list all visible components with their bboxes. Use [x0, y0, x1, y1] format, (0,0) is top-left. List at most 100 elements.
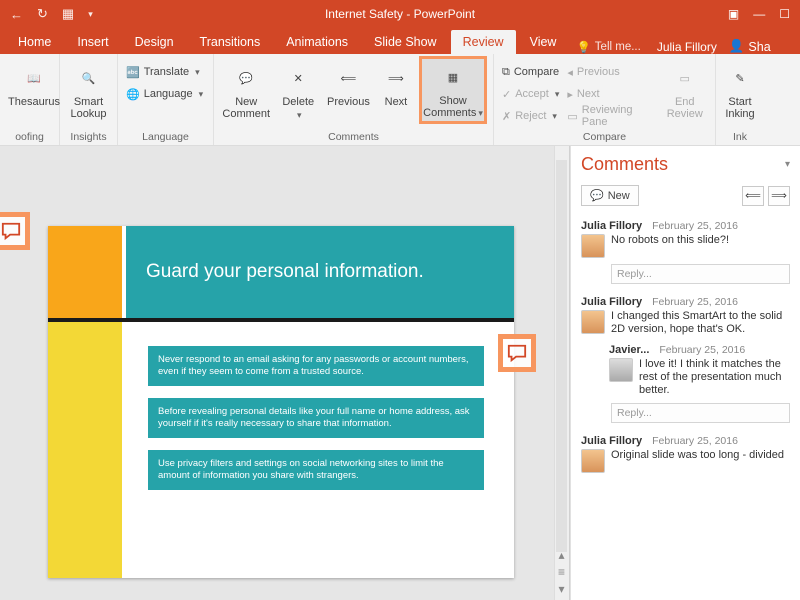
group-label: Comments	[222, 129, 485, 143]
avatar	[581, 449, 605, 473]
smart-lookup-button[interactable]: 🔍 SmartLookup	[68, 58, 109, 120]
delete-comment-button[interactable]: ✕ Delete▾	[278, 58, 318, 121]
group-label: Ink	[724, 129, 756, 143]
show-comments-button[interactable]: ▦ ShowComments▾	[421, 58, 485, 122]
window-controls: ▣ — ☐	[728, 7, 800, 21]
comment-author: Javier...	[609, 344, 649, 356]
tab-review[interactable]: Review	[451, 30, 516, 54]
comment-thread-1[interactable]: Julia FilloryFebruary 25, 2016 No robots…	[581, 220, 790, 284]
scrollbar-track[interactable]	[556, 160, 567, 552]
compare-previous-button[interactable]: ◂Previous	[567, 62, 654, 82]
compare-icon: ⧉	[502, 66, 510, 79]
previous-icon: ⟸	[332, 62, 364, 94]
slide-editing-area[interactable]: Guard your personal information. Never r…	[0, 146, 570, 600]
accept-button[interactable]: ✓Accept▾	[502, 84, 559, 104]
tab-home[interactable]: Home	[6, 30, 63, 54]
compare-next-button[interactable]: ▸Next	[567, 84, 654, 104]
avatar	[581, 310, 605, 334]
new-comment-button[interactable]: 💬 NewComment	[222, 58, 270, 120]
next-icon: ⟹	[380, 62, 412, 94]
prev-icon: ◂	[567, 66, 573, 79]
comment-reply-thread[interactable]: Javier...February 25, 2016 I love it! I …	[609, 344, 790, 397]
group-label: Compare	[502, 129, 707, 143]
comment-thread-2[interactable]: Julia Fillory February 25, 2016 I changed…	[581, 296, 790, 423]
user-name[interactable]: Julia Fillory	[657, 40, 717, 54]
end-review-icon: ▭	[669, 62, 701, 94]
accept-icon: ✓	[502, 88, 511, 101]
group-label: Insights	[68, 129, 109, 143]
comment-thread-3[interactable]: Julia FilloryFebruary 25, 2016 Original …	[581, 435, 790, 473]
qat-more-icon[interactable]: ▾	[88, 9, 93, 20]
reply-input[interactable]: Reply...	[611, 403, 790, 423]
slide-orange-block	[48, 226, 122, 318]
comment-text: I changed this SmartArt to the solid 2D …	[611, 310, 790, 336]
comment-marker-2[interactable]	[500, 336, 534, 370]
group-compare: ⧉Compare ✓Accept▾ ✗Reject▾ ◂Previous ▸Ne…	[494, 54, 716, 145]
slide-content[interactable]: Never respond to an email asking for any…	[148, 346, 484, 490]
slide[interactable]: Guard your personal information. Never r…	[48, 226, 514, 578]
translate-icon: 🔤	[126, 66, 140, 79]
prev-comment-nav-button[interactable]: ⟸	[742, 186, 764, 206]
comments-pane-title: Comments▾	[581, 154, 790, 175]
thesaurus-icon: 📖	[18, 62, 50, 94]
slide-nav-down-icon[interactable]: ▾	[558, 582, 564, 596]
next-comment-button[interactable]: ⟹ Next	[379, 58, 413, 108]
end-review-button[interactable]: ▭ EndReview	[662, 58, 707, 120]
show-comments-icon: ▦	[437, 61, 469, 93]
start-icon[interactable]: ▦	[62, 6, 74, 22]
comment-text: I love it! I think it matches the rest o…	[639, 358, 790, 397]
tab-animations[interactable]: Animations	[274, 30, 360, 54]
pane-icon: ▭	[567, 110, 577, 123]
maximize-icon[interactable]: ☐	[779, 7, 790, 21]
new-comment-pane-button[interactable]: 💬New	[581, 185, 639, 206]
tab-view[interactable]: View	[518, 30, 569, 54]
pane-menu-icon[interactable]: ▾	[785, 159, 790, 170]
group-language: 🔤Translate▾ 🌐Language▾ Language	[118, 54, 214, 145]
next-comment-nav-button[interactable]: ⟹	[768, 186, 790, 206]
share-button[interactable]: 👤Sha	[729, 39, 771, 54]
reject-button[interactable]: ✗Reject▾	[502, 106, 559, 126]
tab-transitions[interactable]: Transitions	[188, 30, 273, 54]
comment-marker-1[interactable]	[0, 214, 28, 248]
comment-date: February 25, 2016	[652, 220, 738, 232]
comment-author: Julia Fillory	[581, 296, 642, 308]
translate-button[interactable]: 🔤Translate▾	[126, 62, 203, 82]
tell-me[interactable]: 💡Tell me...	[576, 40, 640, 54]
vertical-scrollbar[interactable]: ▴ ≡ ▾	[554, 146, 569, 600]
minimize-icon[interactable]: —	[753, 7, 765, 21]
slide-nav-up-icon[interactable]: ▴	[558, 548, 564, 562]
bulb-icon: 💡	[576, 40, 590, 54]
slide-yellow-block	[48, 322, 122, 578]
comment-bubble-icon	[0, 221, 22, 241]
comment-date: February 25, 2016	[652, 435, 738, 447]
back-icon[interactable]: ←	[10, 7, 23, 22]
reject-icon: ✗	[502, 110, 511, 123]
thesaurus-button[interactable]: 📖 Thesaurus	[8, 58, 60, 108]
tab-slideshow[interactable]: Slide Show	[362, 30, 449, 54]
group-ink: ✎ StartInking Ink	[716, 54, 764, 145]
next2-icon: ▸	[567, 88, 573, 101]
delete-comment-icon: ✕	[282, 62, 314, 94]
avatar	[581, 234, 605, 258]
new-comment-icon: 💬	[230, 62, 262, 94]
tab-insert[interactable]: Insert	[65, 30, 120, 54]
window-title: Internet Safety - PowerPoint	[325, 7, 475, 21]
previous-comment-button[interactable]: ⟸ Previous	[326, 58, 371, 108]
language-button[interactable]: 🌐Language▾	[126, 84, 203, 104]
ribbon-options-icon[interactable]: ▣	[728, 7, 739, 21]
slide-title-block[interactable]: Guard your personal information.	[126, 226, 514, 318]
title-bar: ← ↻ ▦ ▾ Internet Safety - PowerPoint ▣ —…	[0, 0, 800, 28]
comments-pane: Comments▾ 💬New ⟸ ⟹ Julia FilloryFebruary…	[570, 146, 800, 600]
reply-input[interactable]: Reply...	[611, 264, 790, 284]
comment-text: Original slide was too long - divided	[611, 449, 790, 473]
content-box-3: Use privacy filters and settings on soci…	[148, 450, 484, 490]
content-box-1: Never respond to an email asking for any…	[148, 346, 484, 386]
comment-date: February 25, 2016	[652, 296, 738, 308]
reviewing-pane-button[interactable]: ▭Reviewing Pane	[567, 106, 654, 126]
group-label: oofing	[8, 129, 51, 143]
tab-design[interactable]: Design	[123, 30, 186, 54]
compare-button[interactable]: ⧉Compare	[502, 62, 559, 82]
start-inking-button[interactable]: ✎ StartInking	[724, 58, 756, 120]
redo-icon[interactable]: ↻	[37, 6, 48, 22]
content-box-2: Before revealing personal details like y…	[148, 398, 484, 438]
